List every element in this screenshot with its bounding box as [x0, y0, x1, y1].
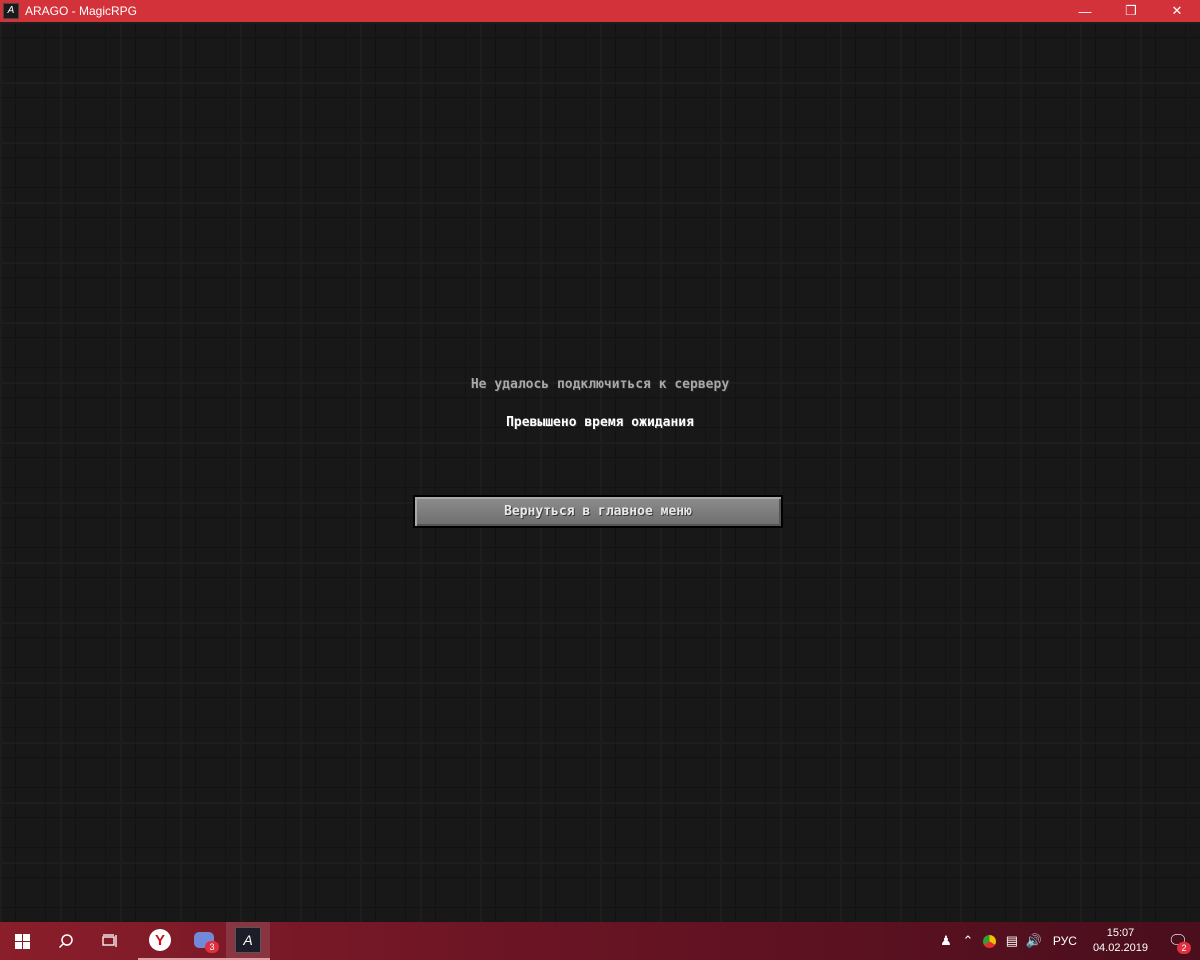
action-center-button[interactable]: 🗨 2: [1156, 922, 1200, 960]
taskbar-app-yandex[interactable]: Y: [138, 922, 182, 960]
search-button[interactable]: [44, 922, 88, 960]
game-window: A ARAGO - MagicRPG — ❐ ✕ Не удалось подк…: [0, 0, 1200, 922]
notifications-badge: 2: [1177, 942, 1191, 954]
input-language[interactable]: РУС: [1045, 934, 1085, 948]
close-button[interactable]: ✕: [1154, 0, 1200, 22]
arago-app-icon: A: [3, 3, 19, 19]
task-view-icon: [102, 934, 117, 947]
clock-date: 04.02.2019: [1092, 942, 1148, 954]
taskbar: Y 3 A ♟ ⌃ ▤ 🔊 РУС 15:07 04.02.2019 🗨 2: [0, 922, 1200, 960]
yandex-browser-icon: Y: [149, 929, 171, 951]
volume-icon[interactable]: 🔊: [1023, 922, 1045, 960]
title-bar[interactable]: A ARAGO - MagicRPG — ❐ ✕: [0, 0, 1200, 22]
arago-icon: A: [235, 927, 261, 953]
disconnect-title: Не удалось подключиться к серверу: [470, 377, 730, 392]
people-icon[interactable]: ♟: [935, 922, 957, 960]
disconnect-reason: Превышено время ожидания: [506, 415, 694, 430]
search-icon: [58, 934, 73, 949]
game-screen: Не удалось подключиться к серверу Превыш…: [0, 22, 1200, 922]
taskbar-app-discord[interactable]: 3: [182, 922, 226, 960]
show-hidden-icons-chevron-icon[interactable]: ⌃: [957, 922, 979, 960]
start-button[interactable]: [0, 922, 44, 960]
window-title: ARAGO - MagicRPG: [25, 4, 138, 18]
taskbar-app-arago[interactable]: A: [226, 922, 270, 960]
task-view-button[interactable]: [88, 922, 132, 960]
maximize-button[interactable]: ❐: [1108, 0, 1154, 22]
clock-time: 15:07: [1106, 927, 1135, 939]
network-icon[interactable]: ▤: [1001, 922, 1023, 960]
discord-badge: 3: [205, 941, 219, 953]
clock[interactable]: 15:07 04.02.2019: [1085, 926, 1156, 956]
minimize-button[interactable]: —: [1062, 0, 1108, 22]
back-to-main-menu-button[interactable]: Вернуться в главное меню: [413, 495, 783, 528]
windows-logo-icon: [14, 933, 30, 949]
yandex-tray-icon[interactable]: [979, 922, 1001, 960]
